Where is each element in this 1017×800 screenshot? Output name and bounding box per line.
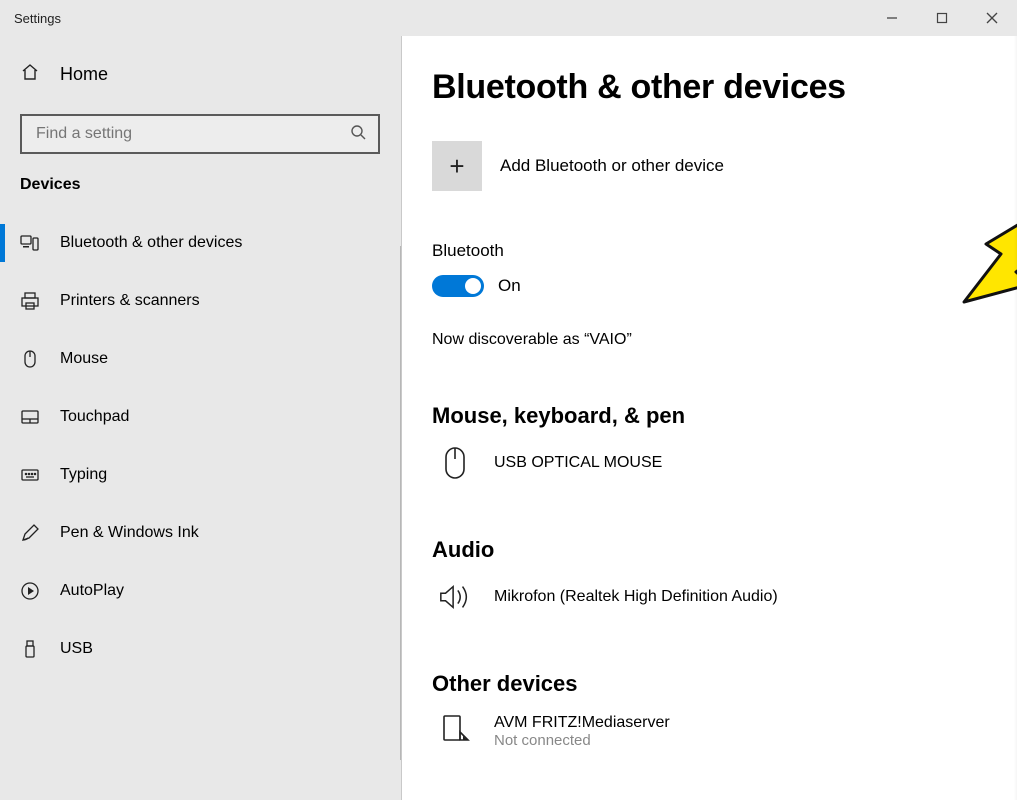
pen-icon bbox=[20, 523, 40, 543]
content-pane: Bluetooth & other devices + Add Bluetoot… bbox=[402, 36, 1017, 800]
device-name: AVM FRITZ!Mediaserver bbox=[494, 714, 670, 732]
search-icon bbox=[350, 124, 366, 145]
sidebar-item-label: Touchpad bbox=[60, 408, 129, 426]
plus-icon: + bbox=[432, 141, 482, 191]
mouse-icon bbox=[20, 349, 40, 369]
sidebar-item-autoplay[interactable]: AutoPlay bbox=[0, 562, 401, 620]
window-title: Settings bbox=[0, 11, 61, 26]
device-name: USB OPTICAL MOUSE bbox=[494, 454, 662, 472]
device-row-other[interactable]: AVM FRITZ!Mediaserver Not connected bbox=[438, 713, 1017, 749]
sidebar-item-pen[interactable]: Pen & Windows Ink bbox=[0, 504, 401, 562]
sidebar-item-usb[interactable]: USB bbox=[0, 620, 401, 678]
device-status: Not connected bbox=[494, 732, 670, 749]
search-input[interactable] bbox=[34, 124, 334, 144]
home-nav[interactable]: Home bbox=[0, 46, 401, 102]
sidebar-item-mouse[interactable]: Mouse bbox=[0, 330, 401, 388]
media-server-icon bbox=[438, 713, 472, 749]
window-controls bbox=[867, 0, 1017, 36]
search-box[interactable] bbox=[20, 114, 380, 154]
toggle-state-label: On bbox=[498, 276, 521, 296]
device-row-audio[interactable]: Mikrofon (Realtek High Definition Audio) bbox=[438, 579, 1017, 615]
keyboard-icon bbox=[20, 465, 40, 485]
bluetooth-heading: Bluetooth bbox=[432, 241, 1017, 261]
speaker-icon bbox=[438, 579, 472, 615]
home-icon bbox=[20, 62, 40, 87]
sidebar-item-label: Mouse bbox=[60, 350, 108, 368]
add-device-label: Add Bluetooth or other device bbox=[500, 156, 724, 176]
usb-icon bbox=[20, 639, 40, 659]
category-input-heading: Mouse, keyboard, & pen bbox=[432, 403, 1017, 429]
sidebar-item-label: Pen & Windows Ink bbox=[60, 524, 199, 542]
titlebar: Settings bbox=[0, 0, 1017, 36]
minimize-button[interactable] bbox=[867, 0, 917, 36]
sidebar-item-printers[interactable]: Printers & scanners bbox=[0, 272, 401, 330]
maximize-button[interactable] bbox=[917, 0, 967, 36]
home-label: Home bbox=[60, 64, 108, 85]
sidebar-item-label: AutoPlay bbox=[60, 582, 124, 600]
sidebar: Home Devices bbox=[0, 36, 402, 800]
sidebar-item-label: USB bbox=[60, 640, 93, 658]
sidebar-item-touchpad[interactable]: Touchpad bbox=[0, 388, 401, 446]
sidebar-item-bluetooth[interactable]: Bluetooth & other devices bbox=[0, 214, 401, 272]
sidebar-item-label: Typing bbox=[60, 466, 107, 484]
mouse-device-icon bbox=[438, 445, 472, 481]
sidebar-item-label: Printers & scanners bbox=[60, 292, 200, 310]
add-device-button[interactable]: + Add Bluetooth or other device bbox=[432, 141, 1017, 191]
page-title: Bluetooth & other devices bbox=[432, 68, 1017, 107]
sidebar-item-label: Bluetooth & other devices bbox=[60, 234, 242, 252]
touchpad-icon bbox=[20, 407, 40, 427]
category-other-heading: Other devices bbox=[432, 671, 1017, 697]
close-button[interactable] bbox=[967, 0, 1017, 36]
sidebar-item-typing[interactable]: Typing bbox=[0, 446, 401, 504]
category-audio-heading: Audio bbox=[432, 537, 1017, 563]
autoplay-icon bbox=[20, 581, 40, 601]
bluetooth-devices-icon bbox=[20, 233, 40, 253]
sidebar-section-label: Devices bbox=[0, 176, 401, 194]
device-row-mouse[interactable]: USB OPTICAL MOUSE bbox=[438, 445, 1017, 481]
sidebar-divider bbox=[400, 246, 401, 760]
printer-icon bbox=[20, 291, 40, 311]
discoverable-text: Now discoverable as “VAIO” bbox=[432, 331, 1017, 349]
toggle-knob bbox=[465, 278, 481, 294]
bluetooth-toggle[interactable] bbox=[432, 275, 484, 297]
device-name: Mikrofon (Realtek High Definition Audio) bbox=[494, 588, 778, 606]
